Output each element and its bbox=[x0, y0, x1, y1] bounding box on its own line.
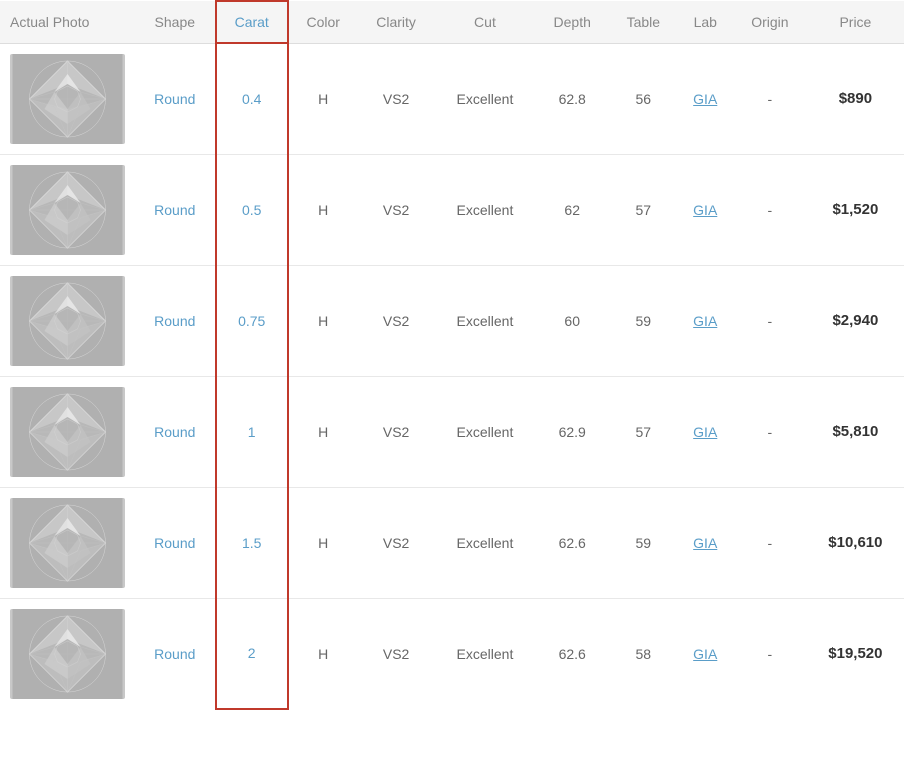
shape-cell: Round bbox=[135, 154, 216, 265]
table-row: Round 1.5 H VS2 Excellent 62.6 59 GIA - … bbox=[0, 487, 904, 598]
table-cell: 57 bbox=[609, 376, 677, 487]
origin-cell: - bbox=[733, 487, 807, 598]
diamond-image bbox=[10, 54, 125, 144]
table-cell: 59 bbox=[609, 487, 677, 598]
lab-cell[interactable]: GIA bbox=[678, 265, 733, 376]
depth-cell: 62.8 bbox=[535, 43, 609, 154]
lab-cell[interactable]: GIA bbox=[678, 598, 733, 709]
color-cell: H bbox=[288, 154, 358, 265]
carat-cell: 0.5 bbox=[216, 154, 288, 265]
cut-cell: Excellent bbox=[435, 598, 536, 709]
price-cell: $1,520 bbox=[807, 154, 904, 265]
header-clarity: Clarity bbox=[358, 1, 435, 43]
table-header-row: Actual Photo Shape Carat Color Clarity C… bbox=[0, 1, 904, 43]
diamond-image bbox=[10, 498, 125, 588]
diamond-image bbox=[10, 387, 125, 477]
photo-cell bbox=[0, 265, 135, 376]
header-color: Color bbox=[288, 1, 358, 43]
price-cell: $5,810 bbox=[807, 376, 904, 487]
diamond-table: Actual Photo Shape Carat Color Clarity C… bbox=[0, 0, 904, 710]
cut-cell: Excellent bbox=[435, 487, 536, 598]
origin-cell: - bbox=[733, 43, 807, 154]
table-cell: 59 bbox=[609, 265, 677, 376]
diamond-image bbox=[10, 165, 125, 255]
lab-cell[interactable]: GIA bbox=[678, 376, 733, 487]
clarity-cell: VS2 bbox=[358, 376, 435, 487]
photo-cell bbox=[0, 598, 135, 709]
clarity-cell: VS2 bbox=[358, 154, 435, 265]
lab-cell[interactable]: GIA bbox=[678, 154, 733, 265]
price-cell: $10,610 bbox=[807, 487, 904, 598]
photo-cell bbox=[0, 487, 135, 598]
color-cell: H bbox=[288, 43, 358, 154]
origin-cell: - bbox=[733, 265, 807, 376]
clarity-cell: VS2 bbox=[358, 43, 435, 154]
color-cell: H bbox=[288, 265, 358, 376]
clarity-cell: VS2 bbox=[358, 487, 435, 598]
shape-cell: Round bbox=[135, 265, 216, 376]
cut-cell: Excellent bbox=[435, 43, 536, 154]
table-row: Round 2 H VS2 Excellent 62.6 58 GIA - $1… bbox=[0, 598, 904, 709]
table-row: Round 1 H VS2 Excellent 62.9 57 GIA - $5… bbox=[0, 376, 904, 487]
origin-cell: - bbox=[733, 376, 807, 487]
carat-cell: 2 bbox=[216, 598, 288, 709]
header-price: Price bbox=[807, 1, 904, 43]
table-cell: 56 bbox=[609, 43, 677, 154]
origin-cell: - bbox=[733, 598, 807, 709]
shape-cell: Round bbox=[135, 598, 216, 709]
header-shape: Shape bbox=[135, 1, 216, 43]
color-cell: H bbox=[288, 487, 358, 598]
photo-cell bbox=[0, 154, 135, 265]
table-row: Round 0.75 H VS2 Excellent 60 59 GIA - $… bbox=[0, 265, 904, 376]
table-cell: 57 bbox=[609, 154, 677, 265]
clarity-cell: VS2 bbox=[358, 598, 435, 709]
shape-cell: Round bbox=[135, 487, 216, 598]
header-depth: Depth bbox=[535, 1, 609, 43]
header-carat: Carat bbox=[216, 1, 288, 43]
depth-cell: 62.6 bbox=[535, 487, 609, 598]
depth-cell: 62 bbox=[535, 154, 609, 265]
photo-cell bbox=[0, 43, 135, 154]
price-cell: $890 bbox=[807, 43, 904, 154]
depth-cell: 62.6 bbox=[535, 598, 609, 709]
header-cut: Cut bbox=[435, 1, 536, 43]
price-cell: $19,520 bbox=[807, 598, 904, 709]
clarity-cell: VS2 bbox=[358, 265, 435, 376]
diamond-image bbox=[10, 276, 125, 366]
header-table: Table bbox=[609, 1, 677, 43]
carat-cell: 0.4 bbox=[216, 43, 288, 154]
table-row: Round 0.5 H VS2 Excellent 62 57 GIA - $1… bbox=[0, 154, 904, 265]
cut-cell: Excellent bbox=[435, 154, 536, 265]
depth-cell: 60 bbox=[535, 265, 609, 376]
diamond-image bbox=[10, 609, 125, 699]
table-row: Round 0.4 H VS2 Excellent 62.8 56 GIA - … bbox=[0, 43, 904, 154]
origin-cell: - bbox=[733, 154, 807, 265]
price-cell: $2,940 bbox=[807, 265, 904, 376]
photo-cell bbox=[0, 376, 135, 487]
shape-cell: Round bbox=[135, 43, 216, 154]
color-cell: H bbox=[288, 598, 358, 709]
carat-cell: 1.5 bbox=[216, 487, 288, 598]
cut-cell: Excellent bbox=[435, 265, 536, 376]
carat-cell: 1 bbox=[216, 376, 288, 487]
lab-cell[interactable]: GIA bbox=[678, 43, 733, 154]
cut-cell: Excellent bbox=[435, 376, 536, 487]
depth-cell: 62.9 bbox=[535, 376, 609, 487]
header-origin: Origin bbox=[733, 1, 807, 43]
color-cell: H bbox=[288, 376, 358, 487]
header-lab: Lab bbox=[678, 1, 733, 43]
header-actual-photo: Actual Photo bbox=[0, 1, 135, 43]
lab-cell[interactable]: GIA bbox=[678, 487, 733, 598]
carat-cell: 0.75 bbox=[216, 265, 288, 376]
shape-cell: Round bbox=[135, 376, 216, 487]
table-cell: 58 bbox=[609, 598, 677, 709]
